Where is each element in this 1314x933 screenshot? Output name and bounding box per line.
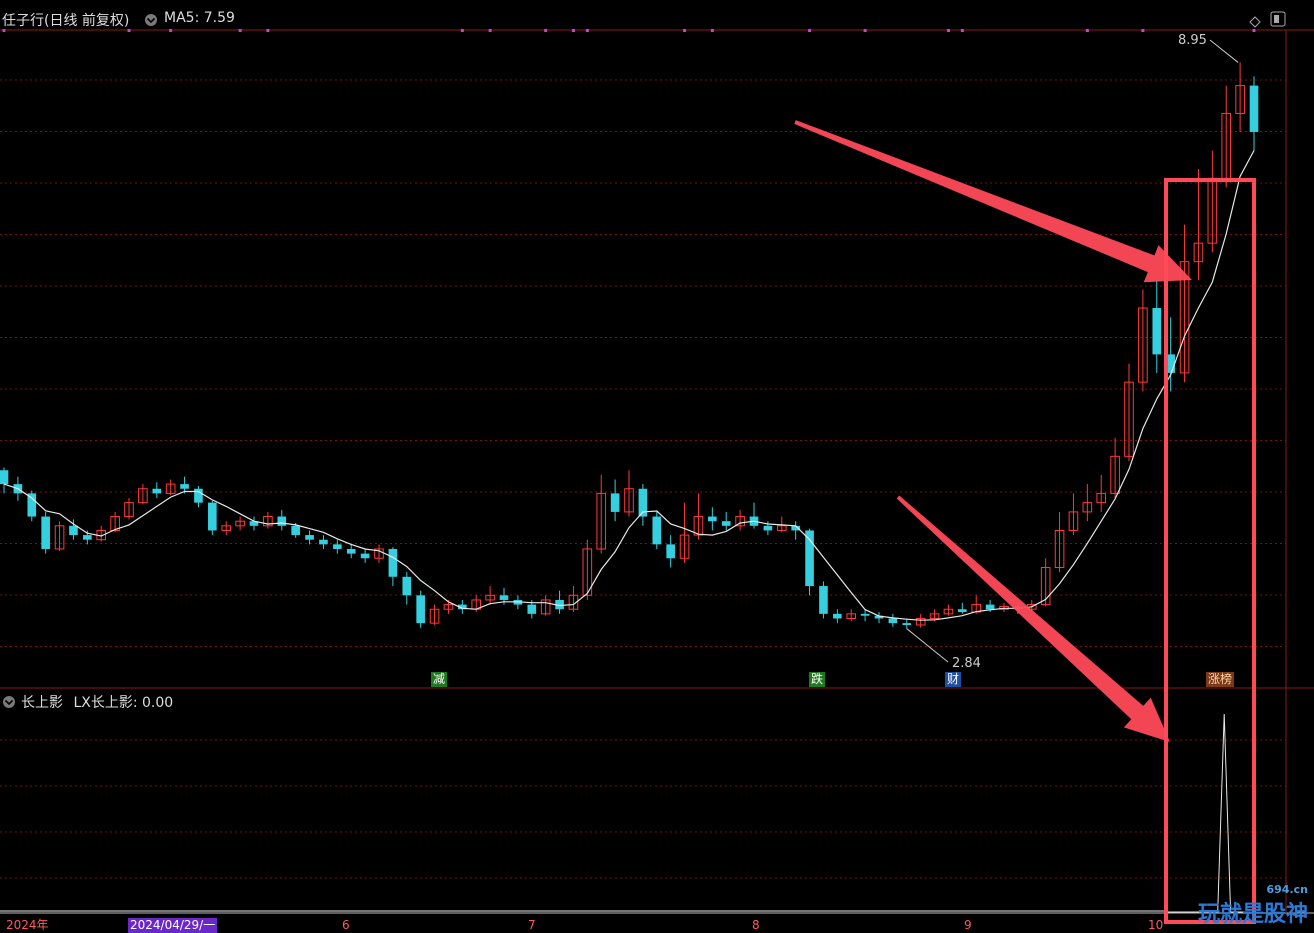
candle-body [888, 618, 898, 624]
watermark-text: 玩就是股神 [1197, 902, 1308, 927]
candle-body [69, 525, 78, 536]
candle-body [346, 548, 356, 554]
annotation-arrows [794, 120, 1192, 742]
low-price-label: 2.84 [952, 656, 981, 671]
candle-body [985, 604, 995, 610]
event-tag-finance[interactable]: 财 [945, 672, 962, 687]
candle-body [41, 516, 50, 549]
candle-body [721, 521, 731, 526]
candle-body [652, 516, 662, 545]
signal-dot [238, 29, 242, 32]
candle-body [833, 613, 842, 619]
signal-dot [460, 29, 464, 32]
candle-body [819, 586, 828, 614]
signal-dot [488, 29, 492, 32]
watermark-site: 694.cn [1266, 883, 1309, 896]
ma5-readout: MA5: 7.59 [164, 10, 235, 26]
signal-dot [544, 29, 548, 32]
watermark: 694.cn 玩就是股神 [1198, 883, 1308, 928]
collapse-icon[interactable] [2, 694, 16, 713]
diamond-icon[interactable] [1249, 13, 1261, 32]
candle-body [333, 544, 342, 549]
highlight-overlay [1164, 178, 1256, 924]
cursor-date-label: 2024/04/29/一 [128, 918, 218, 933]
signal-dot [710, 29, 714, 32]
signal-dot [863, 29, 867, 32]
highlight-box [1164, 178, 1256, 924]
signal-dot [169, 29, 173, 32]
axis-month-label: 8 [752, 918, 760, 932]
candle-body [958, 609, 967, 613]
candle-body [152, 488, 162, 494]
indicator-title: 长上影 LX长上影: 0.00 [21, 692, 173, 712]
indicator-value: LX长上影: 0.00 [73, 695, 174, 711]
signal-dots [2, 29, 1256, 663]
signal-dot [960, 29, 964, 32]
stock-title-text: 任子行(日线 前复权) [2, 13, 130, 29]
low-pointer [906, 628, 949, 663]
candle-body [902, 623, 912, 625]
candle-body [708, 516, 717, 522]
axis-month-label: 9 [964, 918, 972, 932]
signal-dot [585, 29, 589, 32]
window-icon[interactable] [1270, 11, 1286, 31]
axis-month-label: 10 [1148, 918, 1164, 932]
signal-dot [1085, 29, 1089, 32]
candle-body [305, 535, 314, 540]
candle-body [27, 493, 37, 517]
candle-body [180, 484, 189, 489]
long-upper-shadow-indicator [0, 713, 1250, 913]
ma5-value: MA5: 7.59 [164, 10, 235, 26]
kline-chart [0, 29, 1314, 924]
candle-body [666, 544, 675, 559]
axis-year-label: 2024年 [6, 918, 49, 932]
candle-body [194, 488, 203, 503]
signal-dot [946, 29, 950, 32]
candle-body [319, 539, 328, 545]
candle-body [291, 525, 300, 536]
candle-body [416, 595, 425, 624]
candle-body [388, 548, 398, 577]
candle-body [610, 493, 620, 512]
event-tag-fall[interactable]: 跌 [809, 672, 826, 687]
axis-month-label: 6 [342, 918, 350, 932]
candle-body [860, 613, 870, 616]
signal-dot [571, 29, 575, 32]
candle-body [763, 525, 773, 531]
signal-dot [683, 29, 687, 32]
signal-dot [266, 29, 270, 32]
candlestick-series [0, 62, 1259, 629]
event-tag-rise-list[interactable]: 涨榜 [1206, 672, 1235, 687]
collapse-icon[interactable] [144, 12, 158, 31]
axis-month-label: 7 [528, 918, 536, 932]
candle-body [402, 576, 412, 596]
signal-dot [808, 29, 812, 32]
candle-body [1152, 308, 1162, 355]
candle-body [1249, 85, 1259, 132]
candle-body [277, 516, 287, 526]
candle-body [83, 535, 92, 540]
high-price-label: 8.95 [1178, 33, 1207, 48]
candle-body [805, 530, 814, 587]
stock-title: 任子行(日线 前复权) [2, 10, 129, 30]
grid-lines [0, 29, 1314, 914]
candle-body [208, 502, 217, 531]
indicator-name: 长上影 [21, 695, 63, 711]
high-pointer [1209, 39, 1239, 63]
candle-body [360, 553, 370, 559]
candle-body [499, 595, 509, 600]
ma5-line [3, 150, 1255, 621]
arrow-upper [794, 120, 1192, 283]
candle-body [527, 604, 537, 614]
candle-body [0, 470, 9, 485]
event-tag-reduce[interactable]: 减 [431, 672, 448, 687]
signal-dot [1141, 29, 1145, 32]
